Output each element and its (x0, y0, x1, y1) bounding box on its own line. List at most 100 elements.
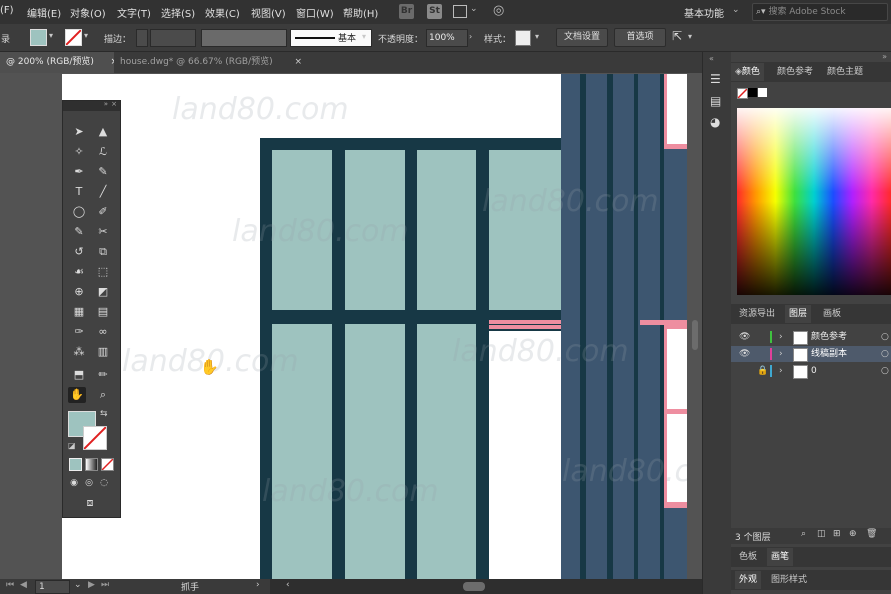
artboard-number-field[interactable]: 1 (35, 580, 70, 594)
close-icon[interactable]: × (294, 52, 302, 73)
layer-name[interactable]: 0 (811, 363, 817, 379)
tab-color-guide[interactable]: 颜色参考 (773, 63, 817, 81)
tab-brushes[interactable]: 画笔 (767, 548, 794, 566)
previous-artboard-icon[interactable]: ◀ (20, 580, 27, 590)
tab-graphic-styles[interactable]: 图形样式 (767, 571, 811, 589)
stock-icon[interactable]: St (427, 4, 442, 19)
fill-color-swatch[interactable] (30, 29, 47, 46)
visibility-eye-icon[interactable]: 👁 (739, 346, 750, 362)
menu-help[interactable]: 帮助(H) (343, 5, 378, 20)
chevron-down-icon[interactable]: ▾ (535, 32, 539, 41)
tab-appearance[interactable]: 外观 (735, 571, 762, 589)
warp-tool-icon[interactable]: ☙ (70, 264, 88, 280)
symbol-sprayer-icon[interactable]: ⁂ (70, 344, 88, 360)
chevron-down-icon[interactable]: ⌄ (732, 5, 740, 15)
column-graph-icon[interactable]: ▥ (94, 344, 112, 360)
tab-asset-export[interactable]: 资源导出 (735, 305, 779, 323)
gradient-mode-icon[interactable] (85, 458, 98, 471)
chevron-down-icon[interactable]: ▾ (688, 32, 692, 41)
perspective-grid-icon[interactable]: ◩ (94, 284, 112, 300)
free-transform-icon[interactable]: ⬚ (94, 264, 112, 280)
zoom-tool-icon[interactable]: ⌕ (94, 387, 112, 403)
tools-panel[interactable]: » × ➤ ▲ ✧ ℒ ✒ ✎ T ╱ ◯ ✐ ✎ ✂ ↺ ⧉ ☙ ⬚ ⊕ ◩ … (62, 100, 121, 518)
gradient-tool-icon[interactable]: ▤ (94, 304, 112, 320)
color-mode-icon[interactable] (69, 458, 82, 471)
close-icon[interactable]: × (111, 100, 117, 108)
color-spectrum[interactable] (737, 108, 891, 295)
layer-name[interactable]: 线稿副本 (811, 346, 847, 362)
chevron-right-icon[interactable]: › (779, 346, 783, 362)
stock-search-input[interactable]: ⌕▾ 搜索 Adobe Stock (752, 3, 888, 21)
menu-object[interactable]: 对象(O) (70, 5, 106, 20)
line-tool-icon[interactable]: ╱ (94, 184, 112, 200)
horizontal-scrollbar-thumb[interactable] (463, 582, 485, 591)
menu-select[interactable]: 选择(S) (161, 5, 195, 20)
none-mode-icon[interactable] (101, 458, 114, 471)
preferences-button[interactable]: 首选项 (614, 28, 666, 47)
menu-effect[interactable]: 效果(C) (205, 5, 240, 20)
draw-inside-icon[interactable]: ◌ (95, 475, 113, 491)
lock-icon[interactable]: 🔒 (757, 363, 768, 379)
stroke-color-swatch[interactable] (65, 29, 82, 46)
black-swatch[interactable] (748, 88, 757, 97)
chevron-right-icon[interactable]: › (779, 329, 783, 345)
rotate-tool-icon[interactable]: ↺ (70, 244, 88, 260)
layer-row[interactable]: 👁 › 颜色参考 ○ (731, 329, 891, 345)
collapse-icon[interactable]: » (882, 52, 887, 61)
eyedropper-icon[interactable]: ✑ (70, 324, 88, 340)
tab-layers[interactable]: 图层 (785, 305, 812, 323)
document-setup-button[interactable]: 文档设置 (556, 28, 608, 47)
menu-window[interactable]: 窗口(W) (296, 5, 334, 20)
stroke-swatch[interactable] (83, 426, 107, 450)
graphic-style-swatch[interactable] (515, 30, 531, 46)
menu-view[interactable]: 视图(V) (251, 5, 286, 20)
chevron-down-icon[interactable]: ▾ (362, 32, 366, 41)
curvature-tool-icon[interactable]: ✎ (94, 164, 112, 180)
chevron-right-icon[interactable]: › (469, 32, 472, 41)
bridge-icon[interactable]: Br (399, 4, 414, 19)
direct-selection-tool-icon[interactable]: ▲ (94, 124, 112, 140)
chevron-right-icon[interactable]: › (779, 363, 783, 379)
tab-artboards[interactable]: 画板 (819, 305, 845, 323)
slice-tool-icon[interactable]: ✏ (94, 367, 112, 383)
default-colors-icon[interactable]: ◪ (68, 441, 76, 450)
layer-row[interactable]: 🔒 › 0 ○ (731, 363, 891, 379)
first-artboard-icon[interactable]: ⏮ (6, 580, 14, 590)
blend-tool-icon[interactable]: ∞ (94, 324, 112, 340)
libraries-icon[interactable]: ▤ (710, 94, 721, 108)
scissors-icon[interactable]: ✂ (94, 224, 112, 240)
new-sublayer-icon[interactable]: ⊞ (833, 529, 841, 539)
mesh-tool-icon[interactable]: ▦ (70, 304, 88, 320)
type-tool-icon[interactable]: T (70, 184, 88, 200)
menu-type[interactable]: 文字(T) (117, 5, 151, 20)
tab-active-document[interactable]: @ 200% (RGB/预览) × (0, 52, 124, 73)
chevron-right-icon[interactable]: › (256, 580, 260, 590)
artboard[interactable]: land80.com land80.com land80.com land80.… (62, 74, 687, 579)
target-icon[interactable]: ○ (881, 329, 889, 345)
locate-object-icon[interactable]: ⌕ (801, 529, 806, 539)
tab-color[interactable]: ◈颜色 (731, 63, 764, 81)
expand-panels-icon[interactable]: « (709, 54, 714, 63)
chevron-down-icon[interactable]: ▾ (49, 31, 53, 40)
tools-panel-header[interactable]: » × (63, 100, 120, 111)
vertical-scrollbar-thumb[interactable] (692, 320, 698, 350)
pen-tool-icon[interactable]: ✒ (70, 164, 88, 180)
next-artboard-icon[interactable]: ▶ (88, 580, 95, 590)
properties-icon[interactable]: ☰ (710, 72, 721, 86)
chevron-down-icon[interactable]: ⌄ (74, 580, 82, 590)
visibility-eye-icon[interactable]: 👁 (739, 329, 750, 345)
opacity-field[interactable]: 100% (426, 29, 468, 47)
collapse-icon[interactable]: » (104, 100, 108, 108)
shape-builder-icon[interactable]: ⊕ (70, 284, 88, 300)
new-layer-icon[interactable]: ⊕ (849, 529, 857, 539)
tab-color-themes[interactable]: 颜色主题 (823, 63, 867, 81)
brush-definition-select[interactable]: 基本 (290, 29, 372, 47)
chevron-down-icon[interactable]: ⌄ (470, 4, 478, 14)
layer-row-selected[interactable]: 👁 › 线稿副本 ○ (731, 346, 891, 362)
menu-file[interactable]: (F) (0, 5, 14, 16)
gpu-performance-icon[interactable]: ◎ (493, 3, 504, 18)
artboard-tool-icon[interactable]: ⬒ (70, 367, 88, 383)
stroke-weight-stepper[interactable] (136, 29, 148, 47)
variable-width-profile[interactable] (201, 29, 287, 47)
target-icon[interactable]: ○ (881, 363, 889, 379)
